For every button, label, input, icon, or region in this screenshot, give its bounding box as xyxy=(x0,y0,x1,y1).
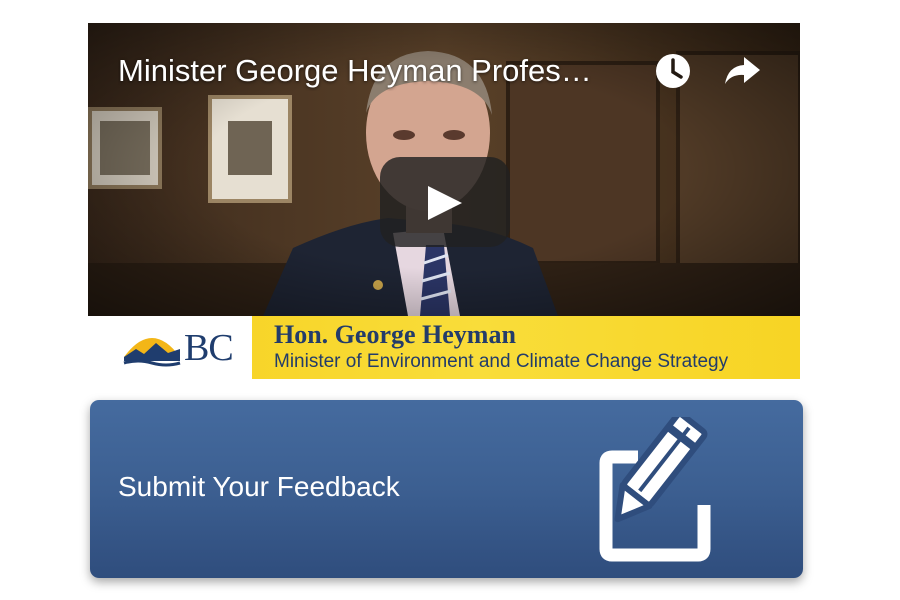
bc-logo: BC xyxy=(88,316,252,379)
video-title[interactable]: Minister George Heyman Profes… xyxy=(118,51,638,91)
lower-third-banner: BC Hon. George Heyman Minister of Enviro… xyxy=(88,316,800,379)
share-arrow-icon[interactable] xyxy=(722,51,762,91)
bc-logo-text: BC xyxy=(184,327,234,369)
play-icon xyxy=(428,186,462,220)
video-player[interactable]: Minister George Heyman Profes… BC Hon. G… xyxy=(88,23,800,379)
bc-sunrise-icon xyxy=(123,338,181,367)
speaker-role: Minister of Environment and Climate Chan… xyxy=(274,351,729,372)
pencil-edit-icon xyxy=(599,417,711,562)
speaker-name: Hon. George Heyman xyxy=(274,320,516,349)
clock-icon[interactable] xyxy=(653,51,693,91)
submit-feedback-label: Submit Your Feedback xyxy=(118,471,400,502)
submit-feedback-button[interactable]: Submit Your Feedback xyxy=(90,400,803,578)
play-button[interactable] xyxy=(380,157,510,247)
